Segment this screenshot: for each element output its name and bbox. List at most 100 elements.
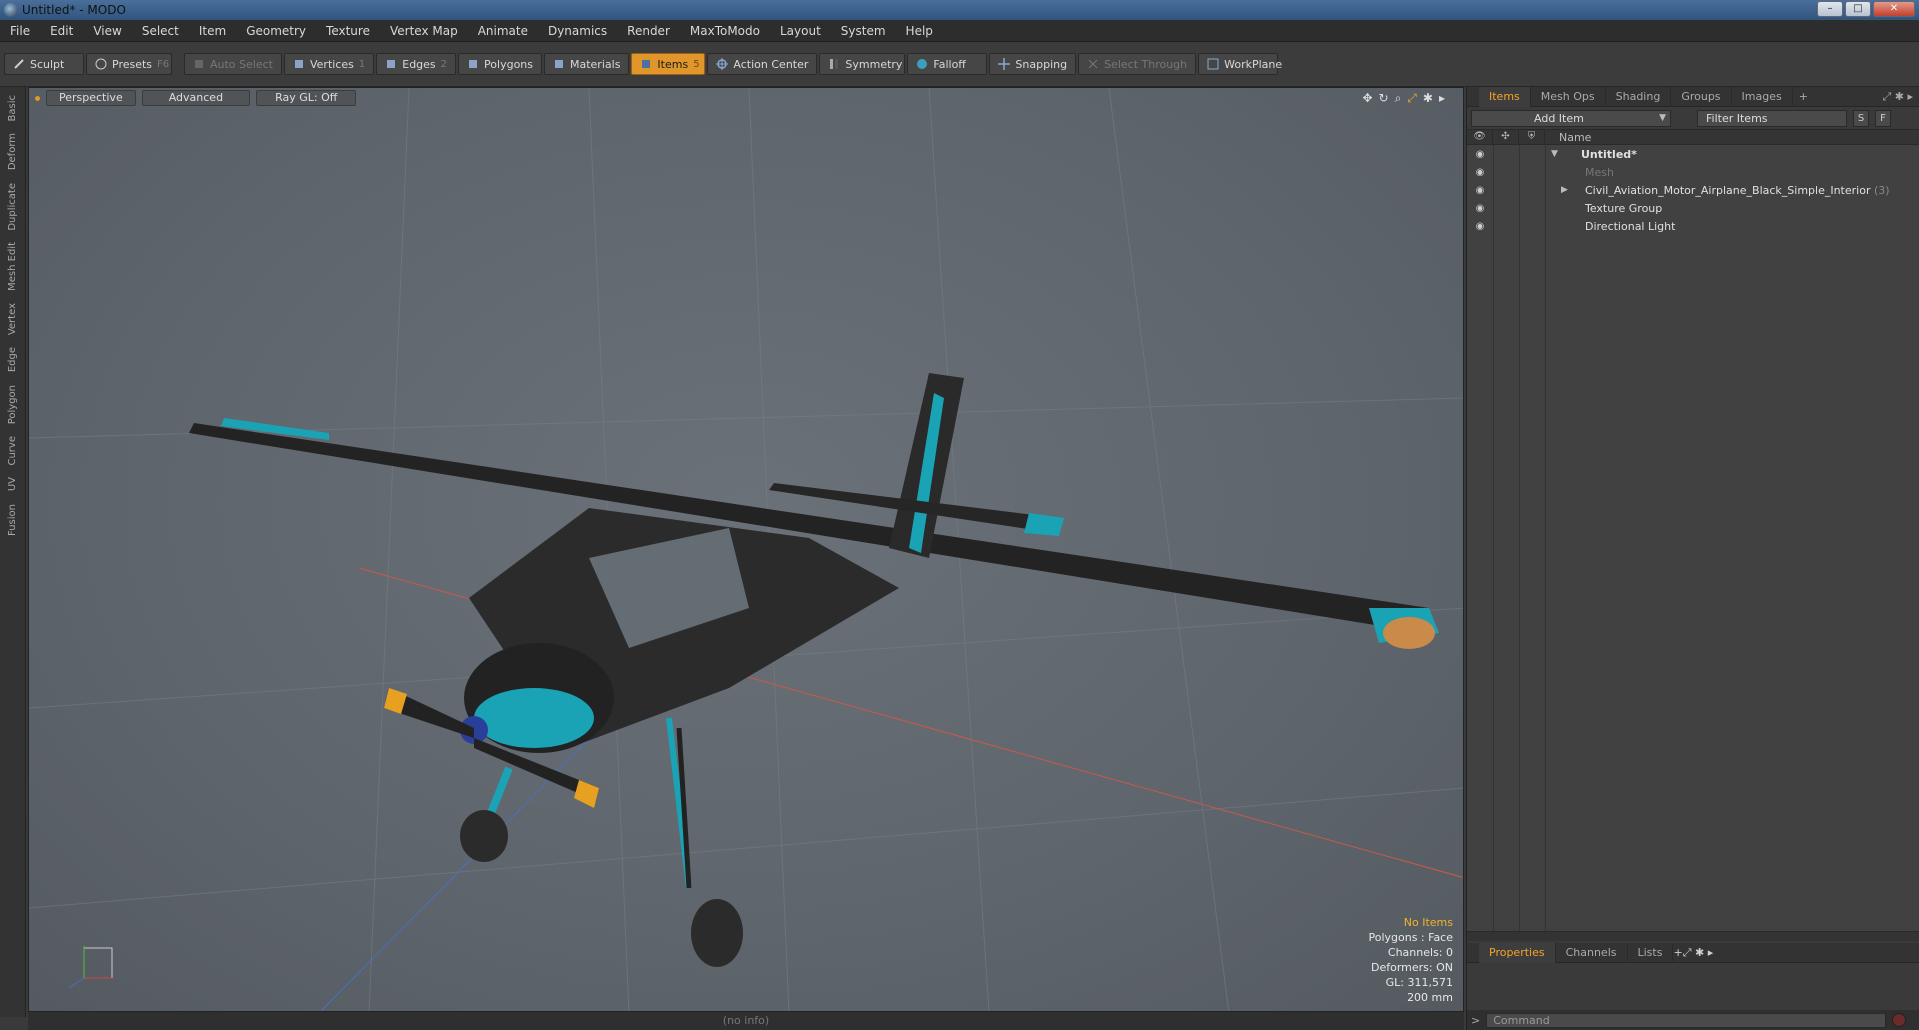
tab-curve[interactable]: Curve bbox=[7, 432, 18, 470]
tab-fusion[interactable]: Fusion bbox=[7, 500, 18, 540]
texture-group-label: Texture Group bbox=[1585, 201, 1663, 215]
polygons-button[interactable]: Polygons bbox=[458, 53, 542, 75]
menu-layout[interactable]: Layout bbox=[770, 24, 831, 38]
s-button[interactable]: S bbox=[1853, 109, 1869, 127]
maximize-view-icon[interactable]: ⤢ bbox=[1407, 91, 1417, 106]
close-button[interactable]: ✕ bbox=[1873, 1, 1915, 17]
add-tab-icon[interactable]: + bbox=[1793, 90, 1814, 103]
falloff-button[interactable]: Falloff bbox=[907, 53, 988, 75]
tab-basic[interactable]: Basic bbox=[7, 91, 18, 125]
viewport-settings-icon[interactable]: ✱ bbox=[1423, 91, 1433, 106]
sculpt-label: Sculpt bbox=[30, 57, 65, 71]
menu-edit[interactable]: Edit bbox=[40, 24, 83, 38]
menu-render[interactable]: Render bbox=[617, 24, 680, 38]
vertices-button[interactable]: Vertices 1 bbox=[283, 53, 375, 75]
shading-dropdown[interactable]: Advanced bbox=[141, 90, 251, 106]
record-icon[interactable] bbox=[1892, 1013, 1907, 1027]
collapse-triangle-icon[interactable]: ▶ bbox=[1561, 185, 1568, 195]
name-column-header[interactable]: Name bbox=[1545, 131, 1591, 144]
tab-vertex[interactable]: Vertex bbox=[7, 299, 18, 339]
panel-options-icon[interactable]: ⤢ ✱ ▸ bbox=[1683, 946, 1714, 960]
items-label: Items bbox=[657, 57, 689, 71]
symmetry-button[interactable]: Symmetry bbox=[819, 53, 906, 75]
select-through-icon bbox=[1087, 58, 1099, 70]
add-tab-icon[interactable]: + bbox=[1673, 946, 1682, 959]
main-toolbar: Sculpt Presets F6 Auto Select Vertices 1… bbox=[0, 42, 1919, 87]
snapping-button[interactable]: Snapping bbox=[989, 53, 1077, 75]
item-toolbar: Add Item ▼ Filter Items S F bbox=[1467, 107, 1919, 129]
menu-geometry[interactable]: Geometry bbox=[236, 24, 316, 38]
visibility-eye-icon[interactable]: ◉ bbox=[1467, 221, 1493, 232]
tab-duplicate[interactable]: Duplicate bbox=[7, 179, 18, 235]
menu-item[interactable]: Item bbox=[189, 24, 236, 38]
auto-select-button[interactable]: Auto Select bbox=[184, 53, 282, 75]
tab-polygon[interactable]: Polygon bbox=[7, 381, 18, 428]
tab-properties[interactable]: Properties bbox=[1479, 942, 1556, 963]
visibility-eye-icon[interactable]: ◉ bbox=[1467, 167, 1493, 178]
airplane-item-label: Civil_Aviation_Motor_Airplane_Black_Simp… bbox=[1585, 183, 1890, 197]
raygl-dropdown[interactable]: Ray GL: Off bbox=[256, 90, 357, 106]
action-center-button[interactable]: Action Center bbox=[707, 53, 818, 75]
viewport-menu-icon[interactable]: ▸ bbox=[1439, 91, 1445, 106]
menu-animate[interactable]: Animate bbox=[468, 24, 538, 38]
visibility-column-icon[interactable]: 👁 bbox=[1467, 129, 1493, 145]
edges-button[interactable]: Edges 2 bbox=[376, 53, 457, 75]
tab-mesh-ops[interactable]: Mesh Ops bbox=[1531, 86, 1606, 107]
menu-system[interactable]: System bbox=[831, 24, 896, 38]
tab-uv[interactable]: UV bbox=[7, 473, 18, 495]
presets-button[interactable]: Presets F6 bbox=[86, 53, 172, 75]
tree-row-scene[interactable]: ◉ ▼ Untitled* bbox=[1467, 145, 1919, 163]
axis-gizmo-icon bbox=[68, 946, 114, 989]
minimize-button[interactable]: – bbox=[1817, 1, 1843, 17]
visibility-eye-icon[interactable]: ◉ bbox=[1467, 185, 1493, 196]
workplane-button[interactable]: WorkPlane bbox=[1198, 53, 1282, 75]
tab-deform[interactable]: Deform bbox=[7, 129, 18, 174]
tab-mesh-edit[interactable]: Mesh Edit bbox=[7, 238, 18, 295]
render-column-icon[interactable]: ⛨ bbox=[1519, 129, 1545, 145]
visibility-eye-icon[interactable]: ◉ bbox=[1467, 203, 1493, 214]
f-button[interactable]: F bbox=[1875, 109, 1891, 127]
menu-view[interactable]: View bbox=[83, 24, 131, 38]
rotate-view-icon[interactable]: ↻ bbox=[1379, 91, 1389, 106]
selection-status: No Items bbox=[1403, 916, 1453, 929]
viewport-stats: No Items Polygons : Face Channels: 0 Def… bbox=[1368, 915, 1453, 1005]
menu-select[interactable]: Select bbox=[132, 24, 189, 38]
vertices-shortcut: 1 bbox=[358, 58, 366, 70]
menu-file[interactable]: File bbox=[0, 24, 40, 38]
command-input[interactable]: Command bbox=[1486, 1012, 1887, 1028]
tree-scrollbar[interactable] bbox=[1467, 931, 1919, 941]
menu-dynamics[interactable]: Dynamics bbox=[538, 24, 617, 38]
3d-viewport[interactable]: Perspective Advanced Ray GL: Off ✥ ↻ ⌕ ⤢… bbox=[28, 87, 1464, 1012]
edges-shortcut: 2 bbox=[440, 58, 448, 70]
expand-triangle-icon[interactable]: ▼ bbox=[1551, 149, 1558, 159]
menu-help[interactable]: Help bbox=[896, 24, 943, 38]
tab-edge[interactable]: Edge bbox=[7, 343, 18, 376]
items-button[interactable]: Items 5 bbox=[631, 53, 706, 75]
command-bar: > Command bbox=[1467, 1010, 1919, 1030]
lock-column-icon[interactable]: ✣ bbox=[1493, 129, 1519, 145]
tab-shading[interactable]: Shading bbox=[1606, 86, 1672, 107]
tab-lists[interactable]: Lists bbox=[1628, 942, 1674, 963]
tree-row-texture-group[interactable]: ◉ Texture Group bbox=[1467, 199, 1919, 217]
menu-texture[interactable]: Texture bbox=[316, 24, 380, 38]
materials-button[interactable]: Materials bbox=[544, 53, 630, 75]
add-item-dropdown[interactable]: Add Item ▼ bbox=[1471, 109, 1671, 127]
move-view-icon[interactable]: ✥ bbox=[1362, 91, 1372, 106]
sculpt-button[interactable]: Sculpt bbox=[4, 53, 84, 75]
tree-row-airplane[interactable]: ◉ ▶ Civil_Aviation_Motor_Airplane_Black_… bbox=[1467, 181, 1919, 199]
tree-row-light[interactable]: ◉ Directional Light bbox=[1467, 217, 1919, 235]
select-through-button[interactable]: Select Through bbox=[1078, 53, 1197, 75]
maximize-button[interactable]: □ bbox=[1845, 1, 1871, 17]
view-type-dropdown[interactable]: Perspective bbox=[46, 90, 136, 106]
menu-maxtomodo[interactable]: MaxToModo bbox=[680, 24, 770, 38]
visibility-eye-icon[interactable]: ◉ bbox=[1467, 149, 1493, 160]
tree-row-mesh[interactable]: ◉ Mesh bbox=[1467, 163, 1919, 181]
tab-channels[interactable]: Channels bbox=[1556, 942, 1628, 963]
panel-options-icon[interactable]: ⤢ ✱ ▸ bbox=[1882, 90, 1913, 104]
filter-items-input[interactable]: Filter Items bbox=[1697, 109, 1847, 127]
tab-items[interactable]: Items bbox=[1479, 86, 1531, 107]
tab-groups[interactable]: Groups bbox=[1671, 86, 1732, 107]
menu-vertex-map[interactable]: Vertex Map bbox=[380, 24, 468, 38]
zoom-view-icon[interactable]: ⌕ bbox=[1395, 91, 1402, 106]
tab-images[interactable]: Images bbox=[1732, 86, 1793, 107]
